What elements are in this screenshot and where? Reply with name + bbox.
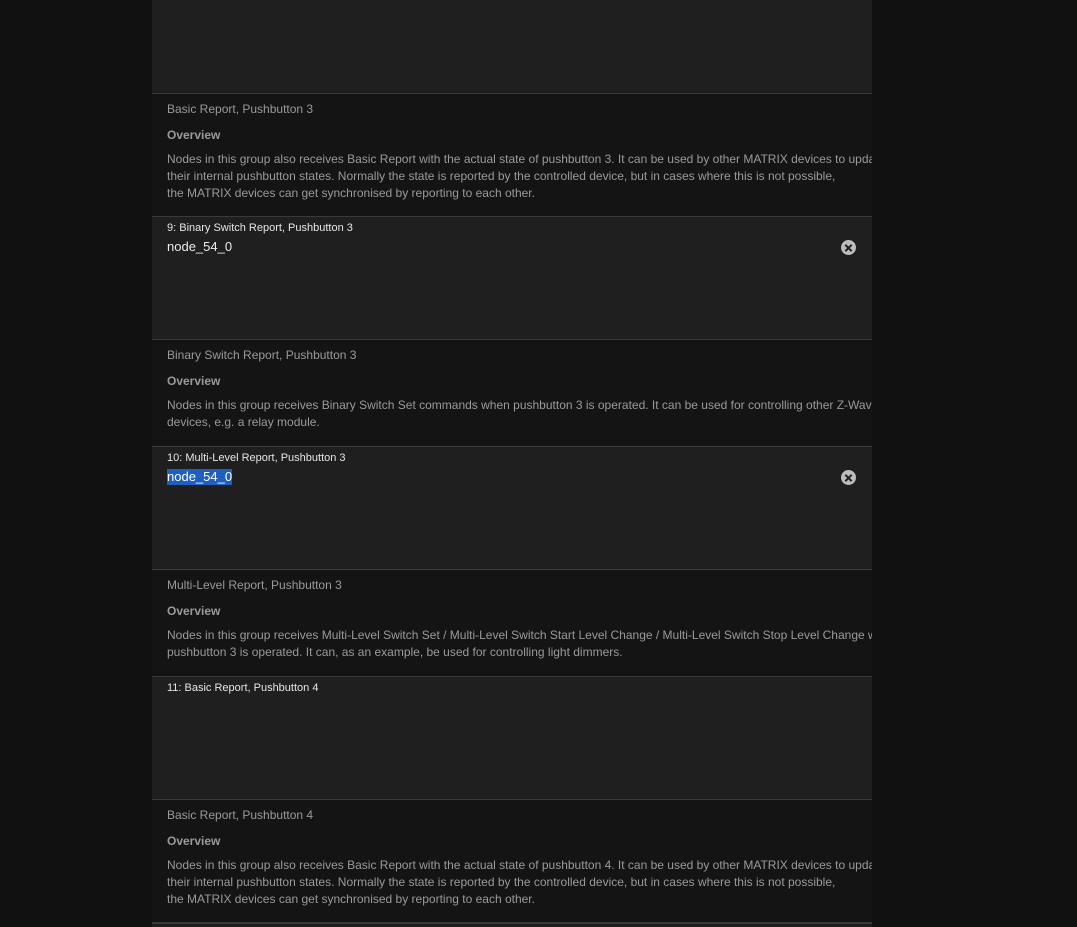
- association-box-group-9[interactable]: 9: Binary Switch Report, Pushbutton 3 no…: [152, 217, 872, 340]
- overview-heading: Overview: [167, 374, 221, 388]
- association-box-group-11[interactable]: 11: Basic Report, Pushbutton 4: [152, 677, 872, 800]
- description-line: the MATRIX devices can get synchronised …: [167, 186, 535, 200]
- association-box-next[interactable]: [152, 923, 872, 927]
- association-box-previous[interactable]: [152, 0, 872, 94]
- association-box-group-10[interactable]: 10: Multi-Level Report, Pushbutton 3 nod…: [152, 447, 872, 570]
- overview-heading: Overview: [167, 604, 221, 618]
- close-circle-icon[interactable]: [841, 240, 856, 255]
- description-line: the MATRIX devices can get synchronised …: [167, 892, 535, 906]
- associated-node[interactable]: node_54_0: [167, 239, 232, 255]
- close-circle-icon[interactable]: [841, 470, 856, 485]
- group-description: Basic Report, Pushbutton 3 Overview Node…: [152, 94, 872, 217]
- group-description: Multi-Level Report, Pushbutton 3 Overvie…: [152, 570, 872, 677]
- description-title: Binary Switch Report, Pushbutton 3: [167, 348, 357, 362]
- association-group-title: 9: Binary Switch Report, Pushbutton 3: [167, 222, 353, 234]
- description-text: Nodes in this group also receives Basic …: [167, 857, 872, 908]
- description-text: Nodes in this group receives Binary Swit…: [167, 397, 872, 431]
- description-line: Nodes in this group also receives Basic …: [167, 858, 872, 872]
- association-group-title: 11: Basic Report, Pushbutton 4: [167, 682, 319, 694]
- group-description: Basic Report, Pushbutton 4 Overview Node…: [152, 800, 872, 923]
- description-text: Nodes in this group receives Multi-Level…: [167, 627, 872, 661]
- description-line: Nodes in this group receives Multi-Level…: [167, 628, 872, 642]
- description-line: Nodes in this group also receives Basic …: [167, 152, 872, 166]
- association-group-title: 10: Multi-Level Report, Pushbutton 3: [167, 452, 346, 464]
- overview-heading: Overview: [167, 834, 221, 848]
- description-line: pushbutton 3 is operated. It can, as an …: [167, 645, 623, 659]
- description-line: devices, e.g. a relay module.: [167, 415, 320, 429]
- description-line: Nodes in this group receives Binary Swit…: [167, 398, 872, 412]
- associated-node[interactable]: node_54_0: [167, 469, 233, 485]
- description-title: Basic Report, Pushbutton 4: [167, 808, 314, 822]
- description-line: their internal pushbutton states. Normal…: [167, 169, 836, 183]
- description-title: Multi-Level Report, Pushbutton 3: [167, 578, 342, 592]
- description-text: Nodes in this group also receives Basic …: [167, 151, 872, 202]
- overview-heading: Overview: [167, 128, 221, 142]
- group-description: Binary Switch Report, Pushbutton 3 Overv…: [152, 340, 872, 447]
- description-title: Basic Report, Pushbutton 3: [167, 102, 314, 116]
- associations-column: Basic Report, Pushbutton 3 Overview Node…: [152, 0, 872, 927]
- description-line: their internal pushbutton states. Normal…: [167, 875, 836, 889]
